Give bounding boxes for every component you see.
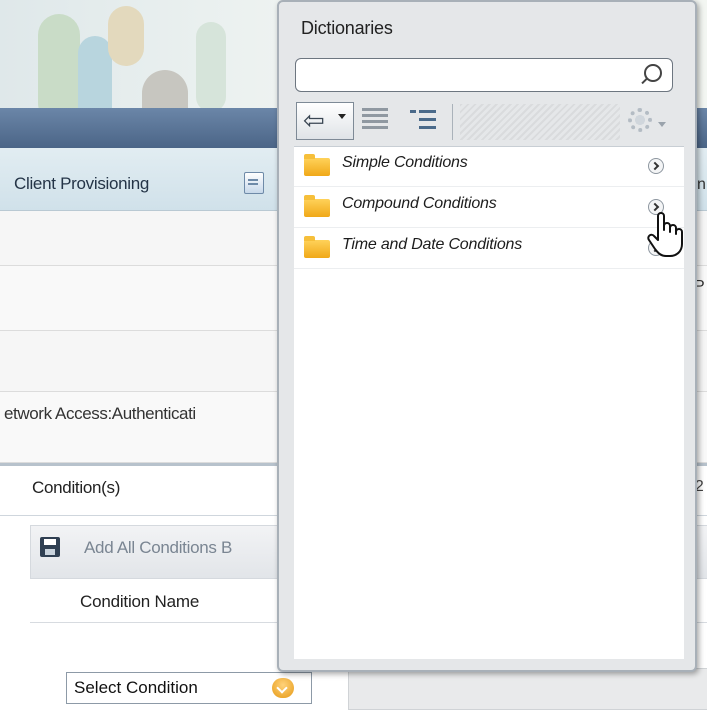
list-item[interactable]: Simple Conditions (294, 146, 684, 187)
hand-cursor-icon (647, 212, 683, 257)
list-item[interactable]: Compound Conditions (294, 187, 684, 228)
document-icon[interactable] (244, 172, 264, 194)
search-input[interactable] (295, 58, 673, 92)
list-item-label: Time and Date Conditions (342, 236, 523, 253)
banner-decoration (108, 6, 144, 66)
tab-client-provisioning[interactable]: Client Provisioning (14, 174, 149, 194)
list-item-label: Simple Conditions (342, 154, 468, 171)
folder-icon (304, 195, 330, 217)
list-view-icon[interactable] (362, 108, 388, 132)
banner-decoration (196, 22, 226, 108)
add-all-conditions-button[interactable]: Add All Conditions B (84, 538, 232, 558)
tree-view-icon[interactable] (410, 108, 436, 132)
gear-icon[interactable] (628, 108, 652, 132)
rule-condition-text: etwork Access:Authenticati (4, 404, 196, 423)
chevron-right-icon[interactable] (648, 158, 664, 174)
banner-decoration (142, 70, 188, 108)
caret-down-icon (338, 114, 346, 119)
popup-title: Dictionaries (301, 18, 393, 38)
back-arrow-icon: ⇦ (303, 105, 325, 135)
tab-overflow-text: n (697, 176, 706, 193)
folder-icon (304, 154, 330, 176)
list-item[interactable]: Time and Date Conditions (294, 228, 684, 269)
save-icon[interactable] (40, 537, 60, 557)
banner-decoration (78, 36, 112, 108)
condition-value-field[interactable] (348, 668, 707, 710)
conditions-title: Condition(s) (32, 478, 121, 497)
toolbar-separator (452, 104, 453, 140)
column-header-condition-name: Condition Name (80, 592, 200, 611)
chevron-down-icon[interactable] (272, 678, 294, 698)
caret-down-icon[interactable] (658, 122, 666, 127)
folder-icon (304, 236, 330, 258)
search-icon[interactable] (644, 64, 662, 82)
banner-decoration (38, 14, 80, 108)
list-item-label: Compound Conditions (342, 195, 497, 212)
toolbar-background (460, 104, 620, 140)
